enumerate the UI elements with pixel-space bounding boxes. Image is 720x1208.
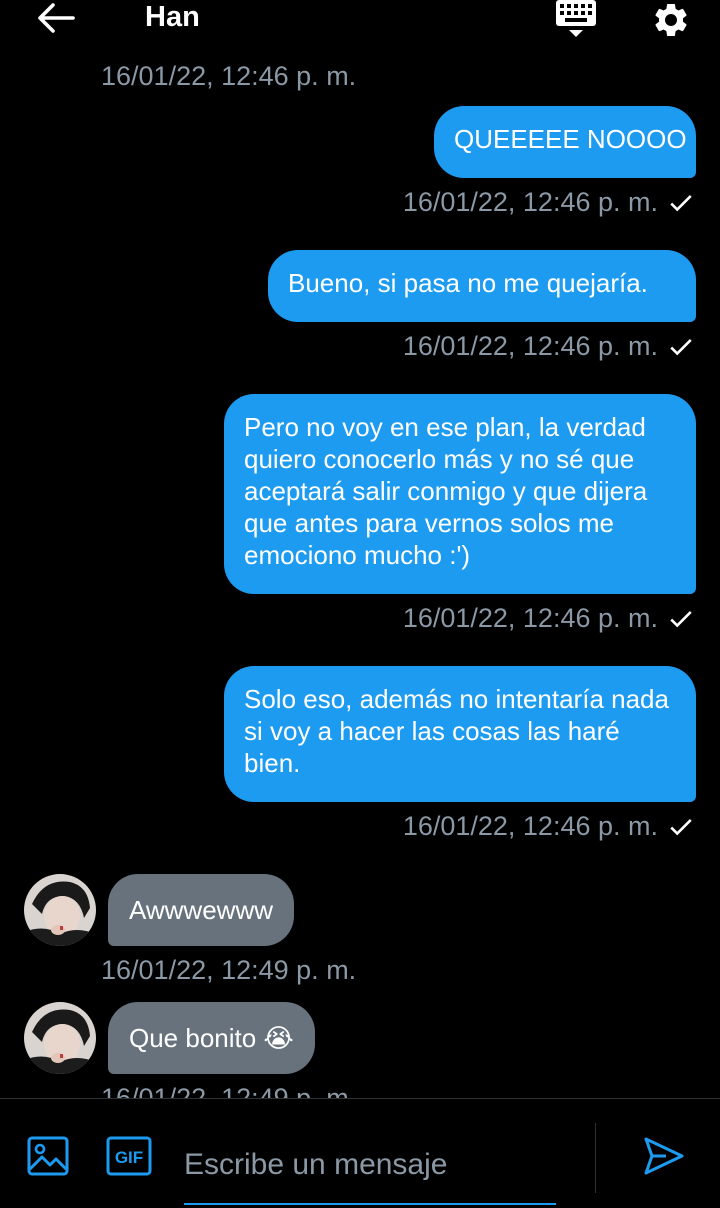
add-image-button[interactable] xyxy=(26,1135,70,1177)
message-timestamp: 16/01/22, 12:46 p. m. xyxy=(402,331,658,361)
gif-label: GIF xyxy=(115,1148,143,1167)
checkmark-icon xyxy=(670,611,692,628)
send-icon xyxy=(644,1137,684,1175)
incoming-message-bubble[interactable]: Que bonito 😭 xyxy=(108,1002,315,1074)
outgoing-message-bubble[interactable]: Solo eso, además no intentaría nada si v… xyxy=(224,666,696,802)
conversation-header: Han xyxy=(0,0,720,58)
add-gif-button[interactable]: GIF xyxy=(106,1135,152,1177)
message-timestamp: 16/01/22, 12:46 p. m. xyxy=(402,603,658,633)
checkmark-icon xyxy=(670,339,692,356)
message-timestamp: 16/01/22, 12:49 p. m. xyxy=(101,955,357,985)
settings-button[interactable] xyxy=(650,0,694,40)
gear-icon xyxy=(655,3,687,36)
send-button[interactable] xyxy=(642,1135,686,1177)
message-text: Bueno, si pasa no me quejaría. xyxy=(288,268,648,298)
gif-icon: GIF xyxy=(106,1136,152,1176)
message-text: Awwwewww xyxy=(129,895,273,925)
message-text: Que bonito 😭 xyxy=(129,1023,294,1053)
outgoing-message-bubble[interactable]: Bueno, si pasa no me quejaría. xyxy=(268,250,696,322)
incoming-message-bubble[interactable]: Awwwewww xyxy=(108,874,294,946)
profile-photo xyxy=(24,874,96,946)
message-timestamp: 16/01/22, 12:49 p. m. xyxy=(101,1083,357,1098)
checkmark-icon xyxy=(670,195,692,212)
back-button[interactable] xyxy=(34,0,78,36)
message-timestamp: 16/01/22, 12:46 p. m. xyxy=(101,61,357,91)
keyboard-icon xyxy=(556,0,596,37)
message-timestamp: 16/01/22, 12:46 p. m. xyxy=(402,187,658,217)
keyboard-button[interactable] xyxy=(553,0,599,40)
message-composer: GIF xyxy=(0,1098,720,1208)
message-text: Solo eso, además no intentaría nada si v… xyxy=(244,684,669,778)
profile-photo xyxy=(24,1002,96,1074)
image-icon xyxy=(27,1136,69,1176)
arrow-left-icon xyxy=(38,3,75,33)
outgoing-message-bubble[interactable]: Pero no voy en ese plan, la verdad quier… xyxy=(224,394,696,594)
checkmark-icon xyxy=(670,819,692,836)
avatar[interactable] xyxy=(24,1002,96,1074)
message-text: Pero no voy en ese plan, la verdad quier… xyxy=(244,412,648,570)
message-timestamp: 16/01/22, 12:46 p. m. xyxy=(402,811,658,841)
avatar[interactable] xyxy=(24,874,96,946)
outgoing-message-bubble[interactable]: QUEEEEE NOOOO xyxy=(434,106,696,178)
message-list[interactable]: 16/01/22, 12:46 p. m. QUEEEEE NOOOO 16/0… xyxy=(0,0,720,1098)
conversation-title: Han xyxy=(145,1,200,33)
message-input[interactable] xyxy=(184,1127,556,1205)
message-text: QUEEEEE NOOOO xyxy=(454,124,687,154)
composer-divider xyxy=(595,1123,596,1193)
